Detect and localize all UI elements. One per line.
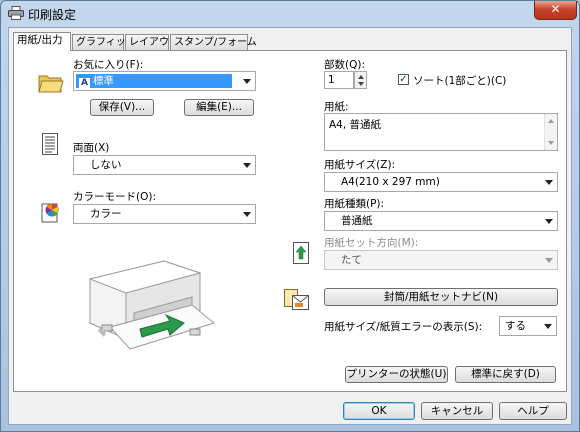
paper-orientation-dropdown[interactable]: たて xyxy=(324,250,558,270)
paper-orientation-label: 用紙セット方向(M): xyxy=(324,237,419,249)
favorites-value: 標準 xyxy=(93,75,114,87)
paper-size-label: 用紙サイズ(Z): xyxy=(324,159,396,171)
profile-a-icon: A xyxy=(79,78,90,89)
spin-down-icon xyxy=(358,82,364,86)
error-display-dropdown[interactable]: する xyxy=(499,316,557,336)
error-display-label: 用紙サイズ/紙質エラーの表示(S): xyxy=(324,321,483,333)
duplex-label: 両面(X) xyxy=(73,142,110,154)
favorites-label: お気に入り(F): xyxy=(73,59,144,71)
color-mode-label: カラーモード(O): xyxy=(73,191,156,203)
copies-input[interactable]: 1 xyxy=(324,71,354,89)
paper-size-value: A4(210 x 297 mm) xyxy=(341,176,440,188)
paper-summary-scrollbar[interactable] xyxy=(544,114,557,150)
close-button[interactable]: ✕ xyxy=(534,1,577,20)
duplex-document-icon xyxy=(42,133,58,155)
chevron-down-icon xyxy=(544,324,552,329)
paper-size-dropdown[interactable]: A4(210 x 297 mm) xyxy=(324,172,558,192)
color-mode-value: カラー xyxy=(90,208,122,220)
printer-illustration xyxy=(88,260,216,350)
tab-paper-output[interactable]: 用紙/出力 xyxy=(13,32,71,51)
save-button[interactable]: 保存(V)... xyxy=(90,99,154,116)
paper-summary-text: A4, 普通紙 xyxy=(329,119,382,131)
dialog-body: 用紙/出力 グラフィックス レイアウト スタンプ/フォーム お気に入り(F): … xyxy=(8,27,572,425)
favorites-dropdown[interactable]: A 標準 xyxy=(73,71,256,91)
favorites-selected: A 標準 xyxy=(76,74,232,89)
envelope-navi-button[interactable]: 封筒/用紙セットナビ(N) xyxy=(324,288,558,306)
chevron-down-icon xyxy=(545,258,553,263)
orientation-up-arrow-icon xyxy=(293,242,309,264)
paper-label: 用紙: xyxy=(324,101,349,113)
chevron-down-icon xyxy=(545,219,553,224)
copies-label: 部数(Q): xyxy=(324,59,365,71)
color-mode-dropdown[interactable]: カラー xyxy=(73,204,256,224)
copies-spinner[interactable] xyxy=(354,71,367,89)
scroll-up-icon xyxy=(548,119,554,123)
paper-output-panel: お気に入り(F): A 標準 保存(V)... 編集(E)... 両面(X) しな… xyxy=(13,50,567,392)
restore-defaults-button[interactable]: 標準に戻す(D) xyxy=(455,366,556,383)
chevron-down-icon xyxy=(243,163,251,168)
envelope-paper-icon xyxy=(284,289,309,310)
print-settings-window: 印刷設定 ✕ 用紙/出力 グラフィックス レイアウト スタンプ/フォーム お気に… xyxy=(0,0,580,432)
help-button[interactable]: ヘルプ xyxy=(499,402,567,420)
window-title: 印刷設定 xyxy=(28,8,77,22)
edit-button[interactable]: 編集(E)... xyxy=(184,99,254,116)
chevron-down-icon xyxy=(243,212,251,217)
collate-label: ソート(1部ごと)(C) xyxy=(413,75,507,87)
title-bar[interactable]: 印刷設定 ✕ xyxy=(1,1,579,27)
paper-type-value: 普通紙 xyxy=(341,215,373,227)
printer-status-button[interactable]: プリンターの状態(U) xyxy=(345,366,448,383)
paper-type-dropdown[interactable]: 普通紙 xyxy=(324,211,558,231)
printer-icon xyxy=(8,6,24,20)
chevron-down-icon xyxy=(545,180,553,185)
paper-summary-box[interactable]: A4, 普通紙 xyxy=(324,113,558,151)
paper-orientation-value: たて xyxy=(341,254,362,266)
cancel-button[interactable]: キャンセル xyxy=(421,402,493,420)
folder-icon xyxy=(38,75,64,93)
duplex-dropdown[interactable]: しない xyxy=(73,155,256,175)
paper-type-label: 用紙種類(P): xyxy=(324,198,385,210)
tab-graphics[interactable]: グラフィックス xyxy=(72,34,146,50)
chevron-down-icon xyxy=(243,79,251,84)
collate-checkbox[interactable]: ✓ xyxy=(398,74,409,85)
color-palette-icon xyxy=(41,203,59,223)
scroll-down-icon xyxy=(548,141,554,145)
ok-button[interactable]: OK xyxy=(343,402,415,420)
tab-stamp-form[interactable]: スタンプ/フォーム xyxy=(170,34,257,50)
error-display-value: する xyxy=(505,320,526,332)
tab-layout[interactable]: レイアウト xyxy=(125,34,179,50)
duplex-value: しない xyxy=(90,159,122,171)
spin-up-icon xyxy=(358,75,364,79)
